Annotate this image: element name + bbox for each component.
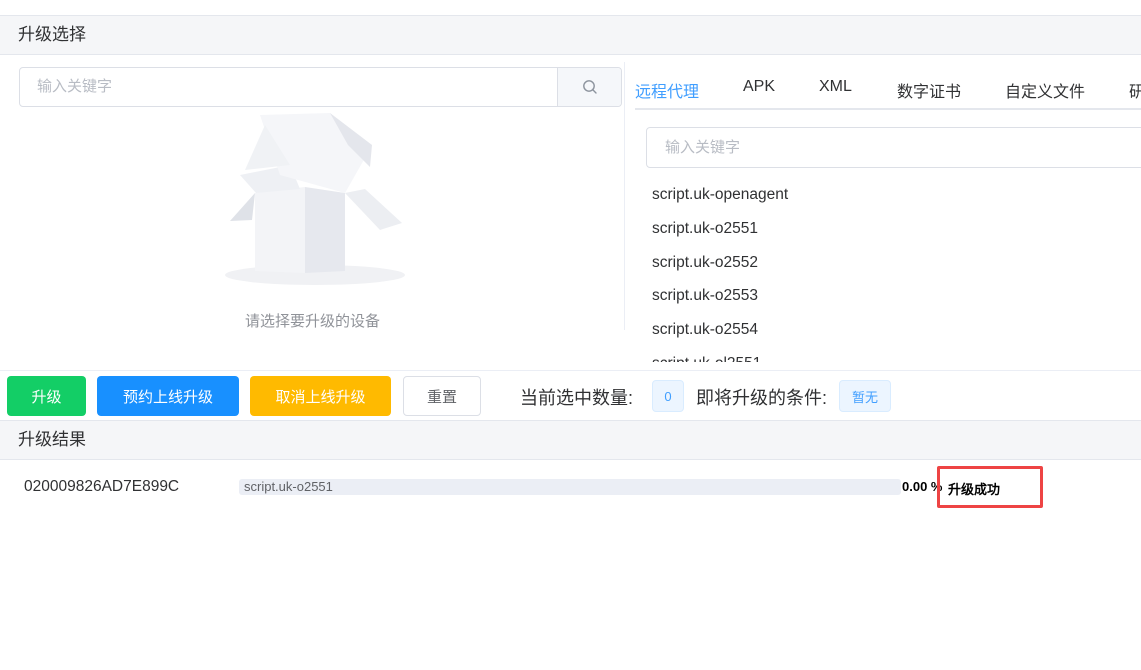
section-divider — [0, 370, 1141, 371]
device-search-button[interactable] — [557, 68, 621, 106]
tab-apk[interactable]: APK — [743, 78, 775, 96]
selected-count-label: 当前选中数量: — [520, 388, 634, 408]
device-search-input[interactable]: 输入关键字 — [20, 68, 557, 106]
condition-label: 即将升级的条件: — [696, 388, 828, 408]
upgrade-page: 升级选择 输入关键字 请选择要升级的设备 远程代理 APK XML 数字证书 自… — [0, 0, 1141, 670]
tab-digital-certificate[interactable]: 数字证书 — [897, 78, 961, 102]
active-tab-indicator — [635, 108, 699, 110]
result-progress-bar: script.uk-o2551 — [239, 479, 901, 495]
upgrade-result-title: 升级结果 — [18, 430, 86, 449]
tab-more[interactable]: 研 — [1129, 78, 1141, 102]
schedule-online-upgrade-button[interactable]: 预约上线升级 — [97, 376, 239, 416]
file-type-tabs: 远程代理 APK XML 数字证书 自定义文件 研 — [635, 70, 1141, 110]
script-list: script.uk-openagent script.uk-o2551 scri… — [652, 178, 1132, 362]
condition-badge: 暂无 — [839, 380, 891, 412]
empty-box-illustration — [225, 113, 405, 285]
upgrade-button[interactable]: 升级 — [7, 376, 86, 416]
cancel-online-upgrade-button[interactable]: 取消上线升级 — [250, 376, 391, 416]
upgrade-result-header: 升级结果 — [0, 420, 1141, 460]
result-device-id: 020009826AD7E899C — [24, 478, 180, 495]
search-icon — [582, 80, 597, 94]
list-item[interactable]: script.uk-ol2551 — [652, 347, 1132, 362]
device-search: 输入关键字 — [19, 67, 622, 107]
panel-divider — [624, 62, 625, 330]
upgrade-select-header: 升级选择 — [0, 15, 1141, 55]
result-script-name: script.uk-o2551 — [244, 479, 333, 494]
reset-button[interactable]: 重置 — [403, 376, 481, 416]
list-item[interactable]: script.uk-openagent — [652, 178, 1132, 212]
selected-count-badge: 0 — [652, 380, 684, 412]
tab-remote-agent[interactable]: 远程代理 — [635, 78, 699, 102]
list-item[interactable]: script.uk-o2554 — [652, 313, 1132, 347]
empty-state-text: 请选择要升级的设备 — [245, 313, 381, 330]
list-item[interactable]: script.uk-o2553 — [652, 279, 1132, 313]
tab-xml[interactable]: XML — [819, 78, 852, 96]
script-search-input[interactable]: 输入关键字 — [646, 127, 1141, 168]
list-item[interactable]: script.uk-o2551 — [652, 212, 1132, 246]
upgrade-select-title: 升级选择 — [18, 25, 86, 44]
status-highlight-box — [937, 466, 1043, 508]
tab-custom-file[interactable]: 自定义文件 — [1005, 78, 1085, 102]
list-item[interactable]: script.uk-o2552 — [652, 246, 1132, 280]
